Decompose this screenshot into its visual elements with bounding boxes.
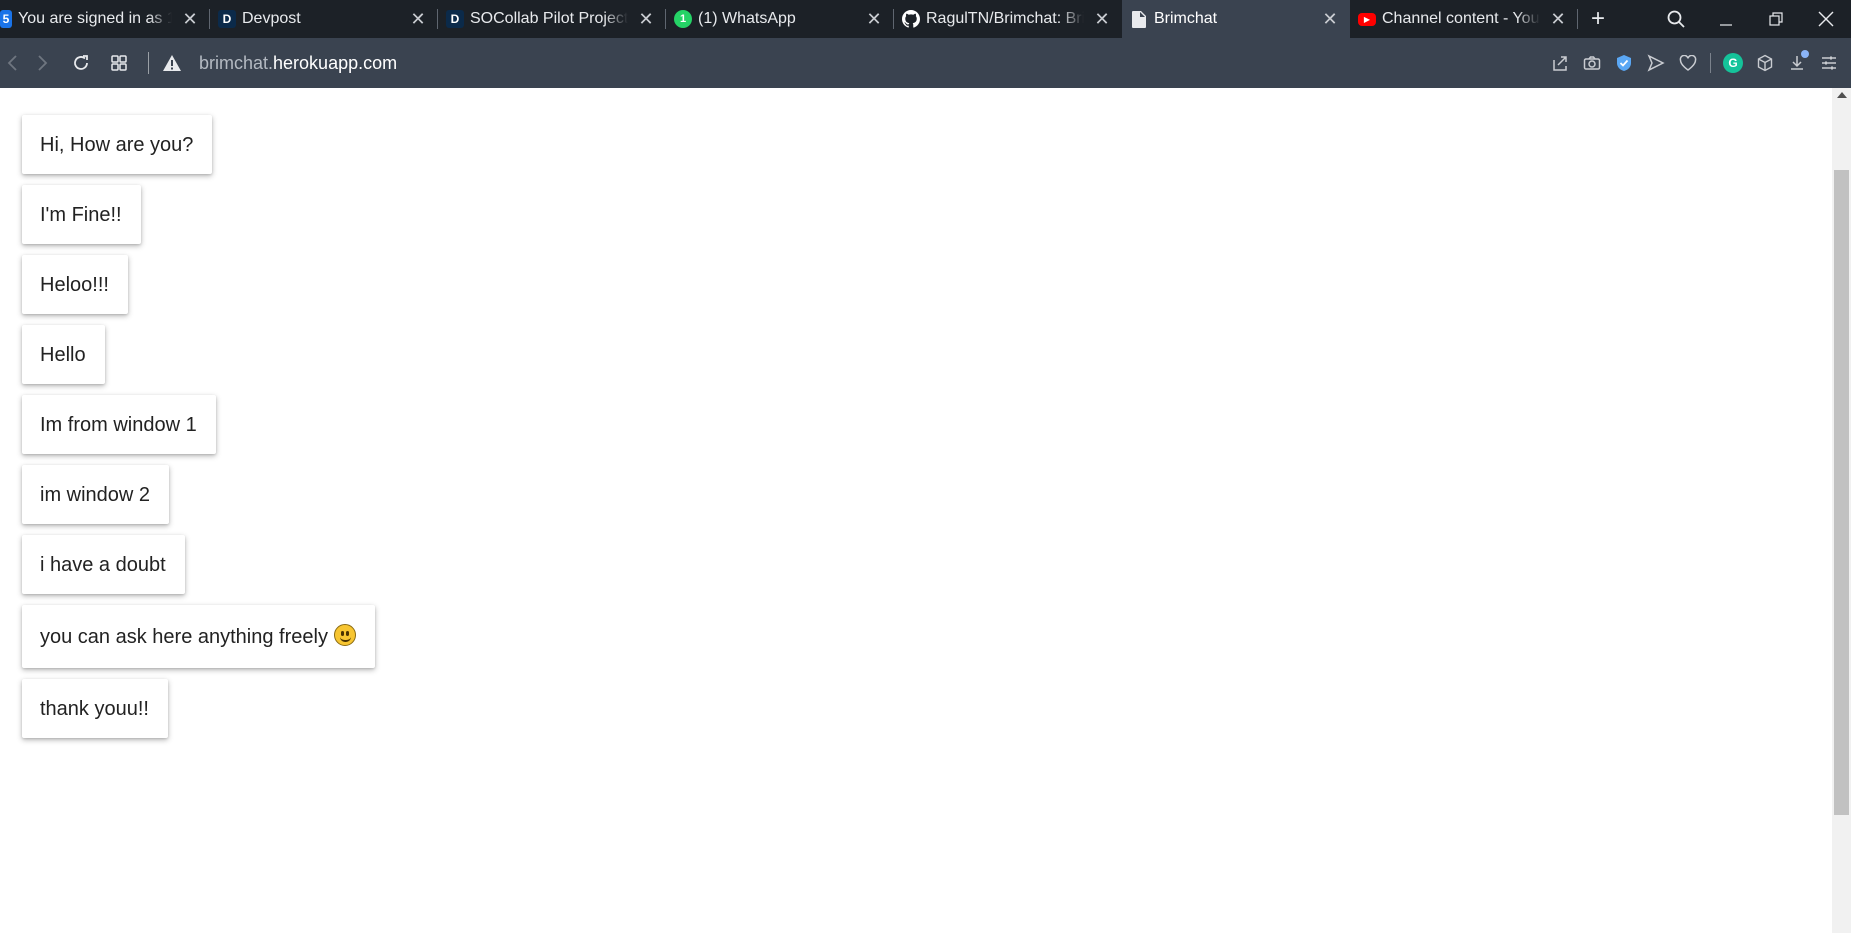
scrollbar-thumb[interactable] (1834, 170, 1849, 815)
tab-search-button[interactable] (1651, 0, 1701, 38)
tab-title: RagulTN/Brimchat: Brim (926, 10, 1084, 27)
devpost-favicon-icon: D (446, 10, 464, 28)
message-text: Im from window 1 (40, 414, 197, 436)
new-tab-button[interactable]: + (1578, 0, 1618, 38)
restore-button[interactable] (1751, 0, 1801, 38)
tab-title: SOCollab Pilot Projects: (470, 10, 628, 27)
chevron-left-icon (7, 55, 17, 71)
downloads-button[interactable] (1781, 47, 1813, 79)
browser-toolbar: brimchat. herokuapp.com G (0, 38, 1851, 88)
url-host-prefix: brimchat. (199, 52, 274, 73)
page-viewport: Hi, How are you? I'm Fine!! Heloo!!! Hel… (0, 88, 1851, 933)
close-icon[interactable]: ✕ (408, 9, 428, 29)
share-icon (1553, 56, 1567, 71)
toolbar-divider (1710, 53, 1711, 73)
forward-button[interactable] (24, 44, 62, 82)
sliders-icon (1822, 56, 1836, 70)
grammarly-extension-button[interactable]: G (1717, 47, 1749, 79)
send-button[interactable] (1640, 47, 1672, 79)
whatsapp-favicon-icon: 1 (674, 10, 692, 28)
tab-signed-in[interactable]: 5 You are signed in as 191 ✕ (0, 0, 210, 38)
message-text: you can ask here anything freely (40, 626, 328, 648)
tab-devpost[interactable]: D Devpost ✕ (210, 0, 438, 38)
devpost-favicon-icon: D (218, 10, 236, 28)
tabs-grid-button[interactable] (100, 44, 138, 82)
shield-icon (1617, 55, 1631, 71)
tab-title: (1) WhatsApp (698, 10, 796, 27)
reload-button[interactable] (62, 44, 100, 82)
tab-title: Channel content - YouTu (1382, 10, 1540, 27)
close-icon[interactable]: ✕ (180, 9, 200, 29)
tab-strip: 5 You are signed in as 191 ✕ D Devpost ✕… (0, 0, 1851, 38)
chat-message: I'm Fine!! (22, 185, 141, 244)
chat-message-list: Hi, How are you? I'm Fine!! Heloo!!! Hel… (22, 115, 375, 749)
message-text: Hello (40, 344, 86, 366)
message-text: im window 2 (40, 484, 151, 506)
youtube-favicon-icon: ▶ (1358, 12, 1376, 26)
minimize-button[interactable] (1701, 0, 1751, 38)
chat-message: Hi, How are you? (22, 115, 213, 174)
grammarly-icon: G (1723, 53, 1743, 73)
message-text: i have a doubt (40, 554, 166, 576)
cube-icon (1757, 54, 1773, 72)
camera-icon (1583, 56, 1601, 70)
close-icon[interactable]: ✕ (1092, 9, 1112, 29)
not-secure-warning-icon[interactable] (159, 50, 185, 76)
s5-favicon-icon: 5 (0, 10, 12, 28)
heart-icon (1679, 55, 1697, 71)
chat-message: Hello (22, 325, 105, 384)
search-icon (1667, 10, 1685, 28)
close-icon[interactable]: ✕ (1548, 9, 1568, 29)
chat-message: thank youu!! (22, 679, 168, 738)
easy-setup-button[interactable] (1813, 47, 1845, 79)
github-favicon-icon (902, 10, 920, 28)
message-text: thank youu!! (40, 698, 149, 720)
chat-message: im window 2 (22, 465, 170, 524)
url-host-domain: herokuapp.com (273, 52, 398, 73)
chevron-right-icon (38, 55, 48, 71)
message-text: I'm Fine!! (40, 204, 122, 226)
minimize-icon (1720, 24, 1732, 26)
scroll-up-arrow-icon[interactable] (1837, 92, 1847, 98)
tab-title: Devpost (242, 10, 301, 27)
restore-icon (1769, 12, 1783, 26)
back-button[interactable] (0, 44, 24, 82)
message-text: Heloo!!! (40, 274, 109, 296)
close-window-icon (1818, 11, 1834, 27)
tab-socollab[interactable]: D SOCollab Pilot Projects: ✕ (438, 0, 666, 38)
document-favicon-icon (1130, 10, 1148, 28)
snapshot-button[interactable] (1576, 47, 1608, 79)
tab-separator (1577, 9, 1578, 29)
plus-icon: + (1590, 5, 1605, 32)
send-icon (1647, 54, 1665, 72)
tab-title: You are signed in as 191 (18, 10, 172, 27)
tab-title: Brimchat (1154, 10, 1218, 27)
tab-github[interactable]: RagulTN/Brimchat: Brim ✕ (894, 0, 1122, 38)
close-icon[interactable]: ✕ (1320, 9, 1340, 29)
address-bar[interactable]: brimchat. herokuapp.com (159, 44, 1544, 82)
favorites-button[interactable] (1672, 47, 1704, 79)
grinning-face-emoji-icon (333, 624, 356, 646)
tab-youtube[interactable]: ▶ Channel content - YouTu ✕ (1350, 0, 1578, 38)
close-icon[interactable]: ✕ (864, 9, 884, 29)
close-window-button[interactable] (1801, 0, 1851, 38)
toolbar-divider (148, 52, 149, 74)
extensions-button[interactable] (1749, 47, 1781, 79)
message-text: Hi, How are you? (40, 134, 194, 156)
reload-icon (74, 55, 88, 70)
ad-blocker-button[interactable] (1608, 47, 1640, 79)
tab-brimchat[interactable]: Brimchat ✕ (1122, 0, 1350, 38)
tab-whatsapp[interactable]: 1 (1) WhatsApp ✕ (666, 0, 894, 38)
chat-message: Im from window 1 (22, 395, 216, 454)
download-badge (1801, 50, 1809, 58)
window-controls (1651, 0, 1851, 38)
share-button[interactable] (1544, 47, 1576, 79)
page-scrollbar[interactable] (1832, 88, 1851, 933)
grid-icon (111, 55, 127, 71)
toolbar-actions: G (1544, 47, 1851, 79)
chat-message: you can ask here anything freely (22, 605, 375, 668)
chat-message: Heloo!!! (22, 255, 128, 314)
chat-message: i have a doubt (22, 535, 185, 594)
close-icon[interactable]: ✕ (636, 9, 656, 29)
